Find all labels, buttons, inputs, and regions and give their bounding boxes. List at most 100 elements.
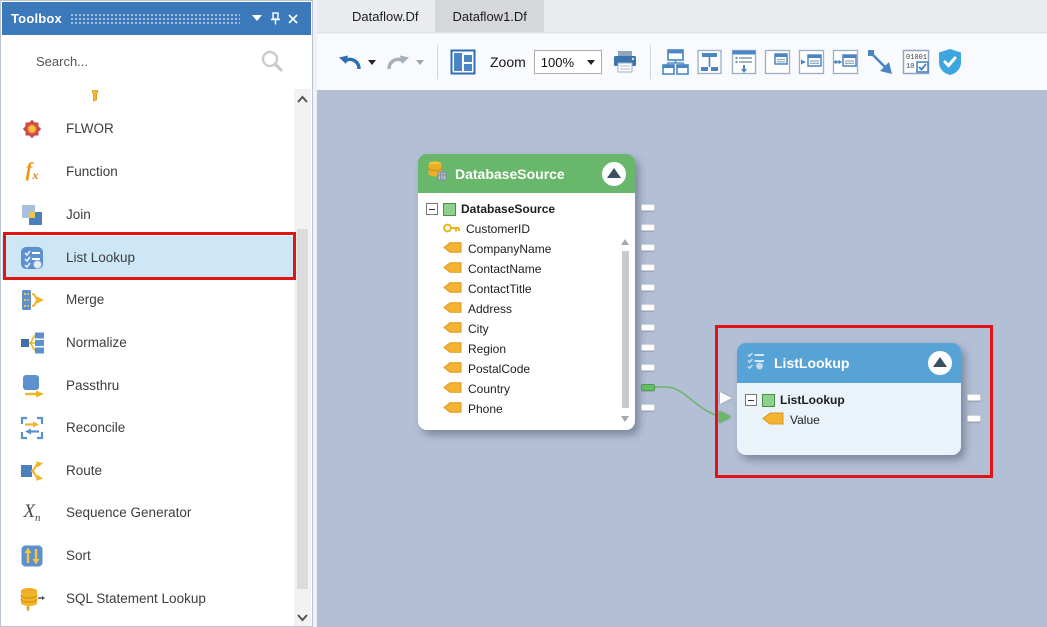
pin-icon[interactable] xyxy=(266,10,284,28)
field-row-phone[interactable]: Phone xyxy=(418,399,635,419)
redo-button[interactable] xyxy=(383,47,413,77)
flwor-icon xyxy=(15,116,49,142)
field-label: Region xyxy=(468,342,506,356)
node-root-label: DatabaseSource xyxy=(461,202,555,216)
zoom-label: Zoom xyxy=(490,54,526,70)
field-tag-icon xyxy=(443,262,462,276)
toolbox-item-label: Function xyxy=(66,164,118,179)
redo-dropdown-icon[interactable] xyxy=(416,60,424,65)
field-row-country[interactable]: Country xyxy=(418,379,635,399)
toolbox-scrollbar-thumb[interactable] xyxy=(297,229,308,589)
field-tag-icon xyxy=(443,322,462,336)
route-icon xyxy=(15,458,49,484)
toolbox-item-label: Join xyxy=(66,207,91,222)
toolbox-item-merge[interactable]: Merge xyxy=(2,278,295,321)
preview-bits-row2: 10 xyxy=(906,63,914,71)
field-row-city[interactable]: City xyxy=(418,319,635,339)
sql-statement-lookup-icon xyxy=(15,586,49,612)
expand-all-button[interactable] xyxy=(729,47,759,77)
toolbar-separator xyxy=(650,45,651,79)
passthru-icon xyxy=(15,373,49,399)
search-icon[interactable] xyxy=(260,49,284,78)
toolbox-item-reconcile[interactable]: Reconcile xyxy=(2,406,295,449)
toolbox-item-function[interactable]: fx JoinFunction xyxy=(2,150,295,193)
toolbox-item-join[interactable]: Join xyxy=(2,193,295,236)
dock-panel-right-button[interactable] xyxy=(797,47,827,77)
output-port[interactable] xyxy=(641,264,655,271)
scroll-up-icon[interactable] xyxy=(296,93,309,105)
collapse-node-button[interactable] xyxy=(602,162,626,186)
toolbox-item-sort[interactable]: Sort xyxy=(2,534,295,577)
data-preview-button[interactable]: 0100110 xyxy=(901,47,931,77)
zoom-combobox[interactable]: 100% xyxy=(534,50,602,74)
field-label: ContactTitle xyxy=(468,282,532,296)
toolbox-item-sql-statement-lookup[interactable]: SQL Statement Lookup xyxy=(2,577,295,620)
output-port[interactable] xyxy=(641,284,655,291)
toolbox-item-passthru[interactable]: Passthru xyxy=(2,364,295,407)
node-body: DatabaseSource CustomerID CompanyName Co… xyxy=(418,193,635,430)
field-row-companyname[interactable]: CompanyName xyxy=(418,239,635,259)
toolbox-item-route[interactable]: Route xyxy=(2,449,295,492)
node-database-source[interactable]: DatabaseSource DatabaseSource CustomerID… xyxy=(418,154,635,430)
function-icon: fx xyxy=(15,160,49,183)
show-ports-panel-button[interactable] xyxy=(763,47,793,77)
toolbox-item-label: SQL Statement Lookup xyxy=(66,591,206,606)
connection-country-to-value[interactable] xyxy=(654,387,718,416)
node-header[interactable]: DatabaseSource xyxy=(418,154,635,193)
auto-layout-hierarchy-button[interactable] xyxy=(661,47,691,77)
close-icon[interactable] xyxy=(284,10,302,28)
node-scroll-up-icon[interactable] xyxy=(621,239,629,245)
scroll-down-icon[interactable] xyxy=(296,610,309,622)
field-tag-icon xyxy=(443,242,462,256)
collapse-tree-icon[interactable] xyxy=(426,203,438,215)
toolbox-item-label: Reconcile xyxy=(66,420,125,435)
annotation-box-list-lookup-item xyxy=(3,232,296,280)
node-scrollbar-thumb[interactable] xyxy=(622,251,629,408)
field-row-postalcode[interactable]: PostalCode xyxy=(418,359,635,379)
tab-dataflow1[interactable]: Dataflow1.Df xyxy=(435,0,543,32)
output-port[interactable] xyxy=(641,324,655,331)
output-port[interactable] xyxy=(641,364,655,371)
field-row-contactname[interactable]: ContactName xyxy=(418,259,635,279)
toolbox-item-flwor[interactable]: FLWOR xyxy=(2,107,295,150)
output-port[interactable] xyxy=(641,204,655,211)
field-row-region[interactable]: Region xyxy=(418,339,635,359)
join-icon xyxy=(15,202,49,228)
dataflow-canvas[interactable]: DatabaseSource DatabaseSource CustomerID… xyxy=(317,90,1047,627)
field-label: CompanyName xyxy=(468,242,551,256)
print-button[interactable] xyxy=(610,47,640,77)
output-port[interactable] xyxy=(641,304,655,311)
output-port-country-connected[interactable] xyxy=(641,384,655,391)
toolbox-header[interactable]: Toolbox xyxy=(2,2,311,35)
output-port[interactable] xyxy=(641,244,655,251)
toolbox-item-sequence-generator[interactable]: Xn Sequence Generator xyxy=(2,491,295,534)
overview-window-button[interactable] xyxy=(448,47,478,77)
document-tabbar: Dataflow.Df Dataflow1.Df xyxy=(317,0,1047,33)
output-port[interactable] xyxy=(641,344,655,351)
field-label: Country xyxy=(468,382,510,396)
field-row-customerid[interactable]: CustomerID xyxy=(418,219,635,239)
node-scroll-down-icon[interactable] xyxy=(621,416,629,422)
node-root-row[interactable]: DatabaseSource xyxy=(418,199,635,219)
toolbox-scrollbar[interactable] xyxy=(294,89,311,626)
toolbox-item-normalize[interactable]: Normalize xyxy=(2,321,295,364)
undo-dropdown-icon[interactable] xyxy=(368,60,376,65)
auto-layout-tree-button[interactable] xyxy=(695,47,725,77)
draw-link-button[interactable] xyxy=(865,47,895,77)
sort-icon xyxy=(15,543,49,569)
output-port[interactable] xyxy=(641,224,655,231)
expand-panel-both-button[interactable] xyxy=(831,47,861,77)
verify-shield-button[interactable] xyxy=(935,47,965,77)
field-row-address[interactable]: Address xyxy=(418,299,635,319)
tab-dataflow[interactable]: Dataflow.Df xyxy=(335,0,435,32)
toolbox-menu-dropdown-icon[interactable] xyxy=(248,10,266,28)
undo-button[interactable] xyxy=(335,47,365,77)
toolbox-drag-texture xyxy=(70,13,240,24)
node-scrollbar[interactable] xyxy=(621,239,630,422)
toolbox-item-label: Route xyxy=(66,463,102,478)
output-port[interactable] xyxy=(641,404,655,411)
toolbox-item-label: Sort xyxy=(66,548,91,563)
field-tag-icon xyxy=(443,382,462,396)
search-input[interactable] xyxy=(36,54,284,69)
field-row-contacttitle[interactable]: ContactTitle xyxy=(418,279,635,299)
